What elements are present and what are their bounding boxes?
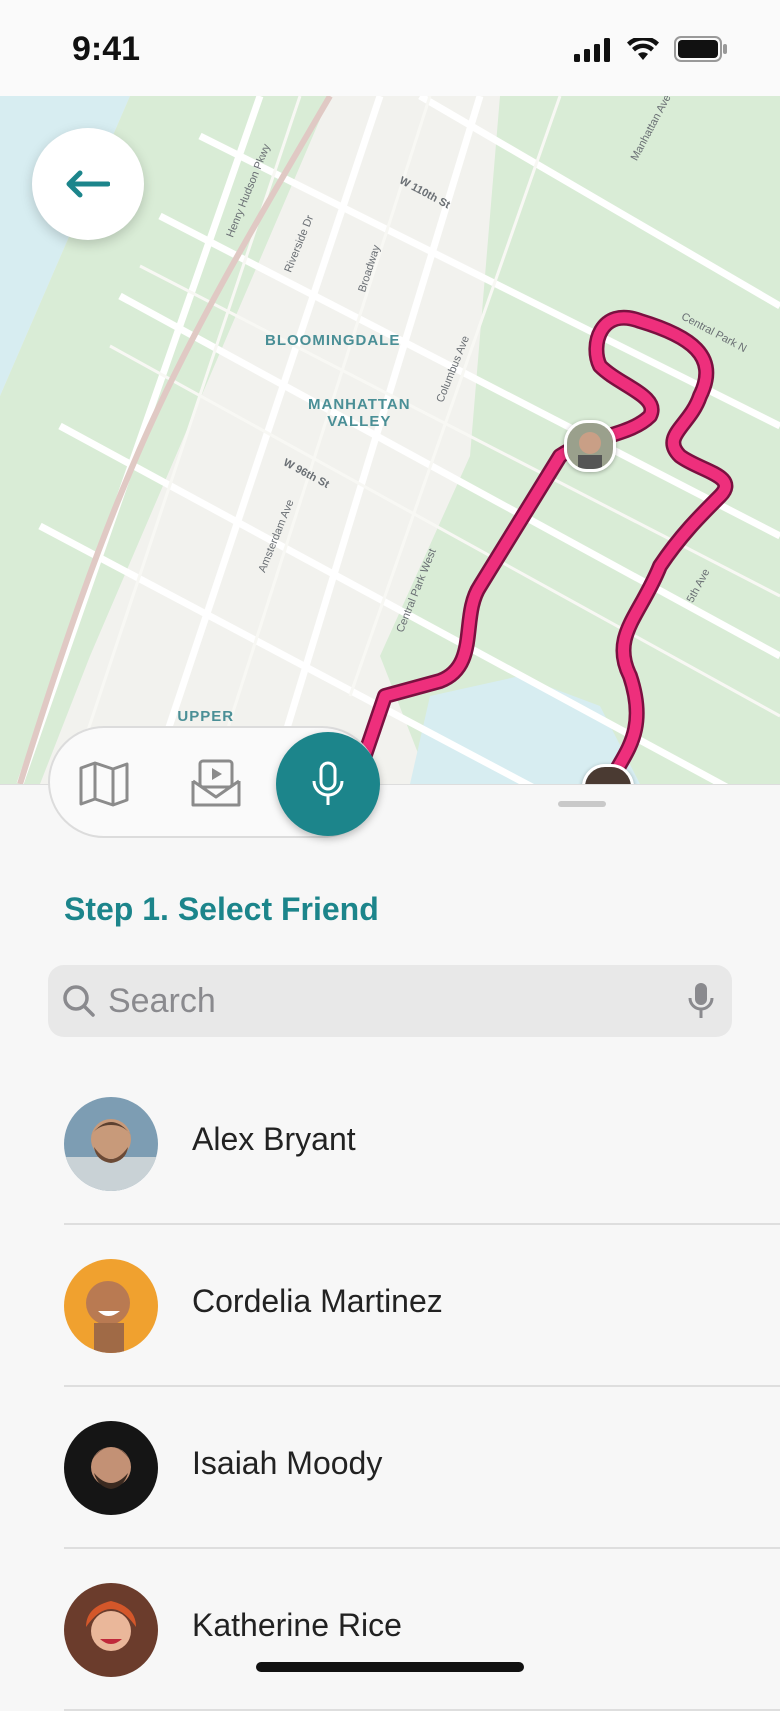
status-time: 9:41	[72, 30, 141, 68]
status-icons	[574, 36, 728, 62]
dictation-mic-icon[interactable]	[688, 982, 714, 1020]
friend-row[interactable]: Alex Bryant	[0, 1063, 780, 1225]
friend-row[interactable]: Katherine Rice	[0, 1549, 780, 1711]
friend-name: Katherine Rice	[192, 1607, 402, 1643]
sheet-handle[interactable]	[558, 801, 606, 807]
signal-icon	[574, 38, 610, 62]
search-icon	[63, 985, 95, 1017]
home-indicator[interactable]	[256, 1662, 524, 1672]
search-input[interactable]	[108, 965, 668, 1037]
back-button[interactable]	[32, 128, 144, 240]
map-label-bloomingdale: BLOOMINGDALE	[265, 332, 401, 349]
voice-mode-button[interactable]	[276, 732, 380, 836]
friend-name: Isaiah Moody	[192, 1445, 383, 1481]
microphone-icon	[312, 761, 344, 805]
media-mode-button[interactable]	[174, 742, 258, 826]
avatar	[64, 1259, 158, 1353]
route-friend-avatar[interactable]	[564, 420, 616, 472]
step-title: Step 1. Select Friend	[64, 891, 379, 927]
friend-sheet: Step 1. Select Friend Alex Bryant	[0, 784, 780, 1711]
friend-name: Alex Bryant	[192, 1121, 356, 1157]
mode-selector	[48, 726, 380, 838]
map-label-manhattan-valley: MANHATTAN VALLEY	[308, 396, 411, 430]
map-icon	[79, 761, 129, 807]
friend-row[interactable]: Cordelia Martinez	[0, 1225, 780, 1387]
media-envelope-icon	[191, 759, 241, 807]
wifi-icon	[627, 38, 659, 60]
friend-name: Cordelia Martinez	[192, 1283, 443, 1319]
battery-icon	[674, 36, 727, 62]
avatar	[64, 1097, 158, 1191]
friend-row[interactable]: Isaiah Moody	[0, 1387, 780, 1549]
avatar	[64, 1583, 158, 1677]
arrow-left-icon	[66, 170, 110, 198]
status-bar: 9:41	[0, 0, 780, 96]
map-mode-button[interactable]	[62, 742, 146, 826]
search-bar[interactable]	[48, 965, 732, 1037]
avatar	[64, 1421, 158, 1515]
